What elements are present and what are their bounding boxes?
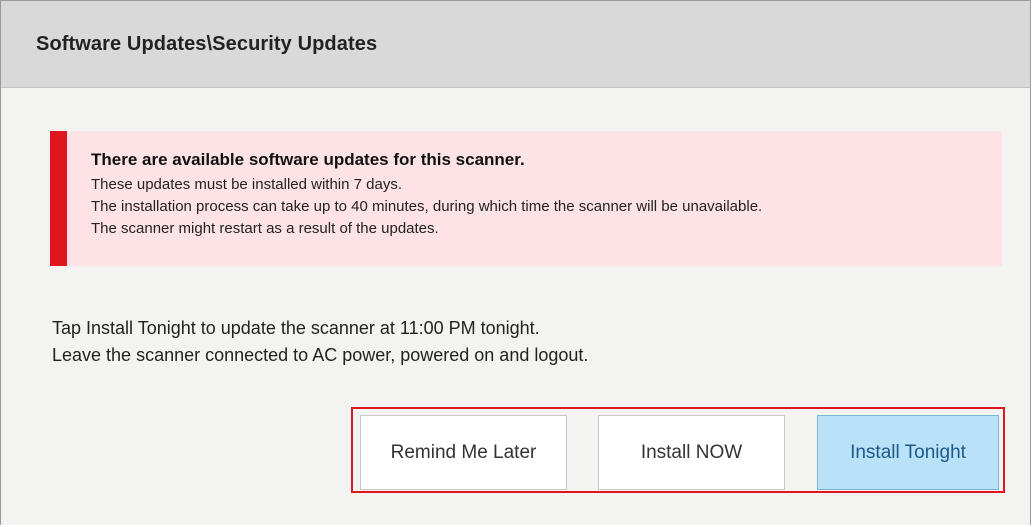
action-button-group: Remind Me Later Install NOW Install Toni… — [351, 407, 1005, 493]
instruction-line-schedule: Tap Install Tonight to update the scanne… — [52, 318, 540, 338]
alert-line-duration: The installation process can take up to … — [91, 198, 763, 215]
alert-line-restart: The scanner might restart as a result of… — [91, 220, 439, 237]
instruction-line-power: Leave the scanner connected to AC power,… — [52, 345, 589, 365]
install-tonight-button[interactable]: Install Tonight — [817, 415, 999, 490]
install-instructions: Tap Install Tonight to update the scanne… — [52, 315, 588, 369]
install-now-button[interactable]: Install NOW — [598, 415, 785, 490]
alert-line-deadline: These updates must be installed within 7… — [91, 176, 403, 193]
dialog-title: Software Updates\Security Updates — [36, 32, 378, 55]
alert-text: There are available software updates for… — [91, 149, 992, 240]
dialog-titlebar: Software Updates\Security Updates — [1, 1, 1030, 88]
software-updates-dialog: Software Updates\Security Updates There … — [0, 0, 1031, 525]
alert-heading: There are available software updates for… — [91, 150, 525, 169]
remind-me-later-button[interactable]: Remind Me Later — [360, 415, 567, 490]
alert-accent-bar — [50, 131, 67, 266]
update-alert-banner: There are available software updates for… — [50, 131, 1002, 266]
